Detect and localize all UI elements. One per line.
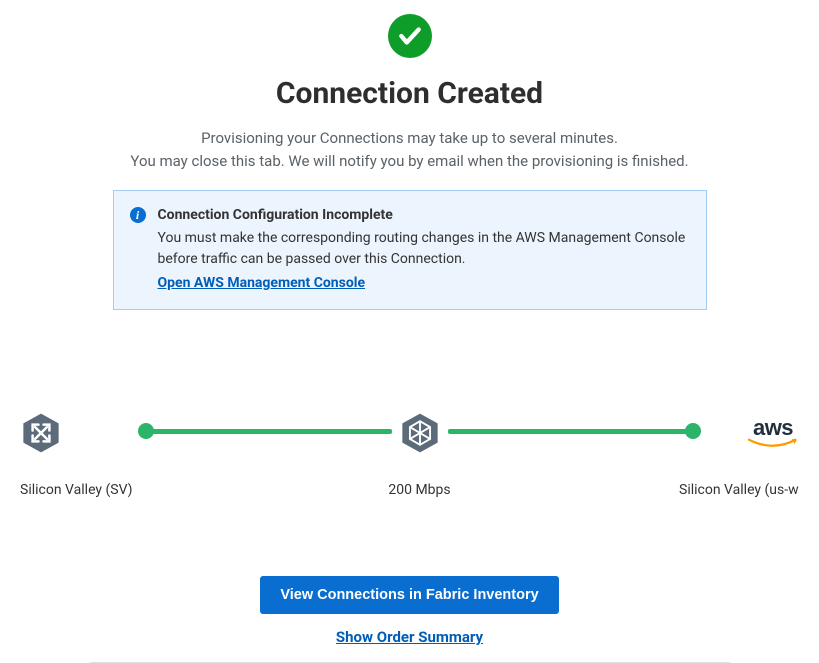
connection-diagram: Silicon Valley (SV) 200 Mbps (0, 410, 819, 500)
info-title: Connection Configuration Incomplete (158, 205, 690, 225)
page-subtext: Provisioning your Connections may take u… (130, 127, 688, 172)
destination-label: Silicon Valley (us-wes (679, 482, 799, 498)
view-connections-button[interactable]: View Connections in Fabric Inventory (260, 576, 558, 614)
info-icon: i (130, 207, 146, 223)
info-content: Connection Configuration Incomplete You … (158, 205, 690, 293)
connector-dot (685, 423, 701, 439)
origin-label: Silicon Valley (SV) (20, 482, 133, 498)
actions: View Connections in Fabric Inventory Sho… (90, 576, 730, 663)
subtext-line-2: You may close this tab. We will notify y… (130, 150, 688, 173)
aws-logo-icon: aws (747, 412, 799, 454)
connector-right (448, 410, 702, 452)
expand-hex-icon (20, 412, 62, 454)
aws-logo-text: aws (753, 417, 793, 439)
connector-line (152, 429, 392, 434)
speed-label: 200 Mbps (388, 482, 450, 498)
success-check-icon (388, 14, 432, 58)
page-title: Connection Created (276, 76, 543, 111)
confirmation-page: Connection Created Provisioning your Con… (0, 0, 819, 663)
open-aws-console-link[interactable]: Open AWS Management Console (158, 273, 366, 293)
connector-line (448, 429, 688, 434)
info-body: You must make the corresponding routing … (158, 228, 690, 269)
connector-left (138, 410, 392, 452)
info-alert: i Connection Configuration Incomplete Yo… (113, 190, 707, 310)
fabric-hex-icon (399, 412, 441, 454)
subtext-line-1: Provisioning your Connections may take u… (130, 127, 688, 150)
show-order-summary-link[interactable]: Show Order Summary (336, 628, 483, 646)
